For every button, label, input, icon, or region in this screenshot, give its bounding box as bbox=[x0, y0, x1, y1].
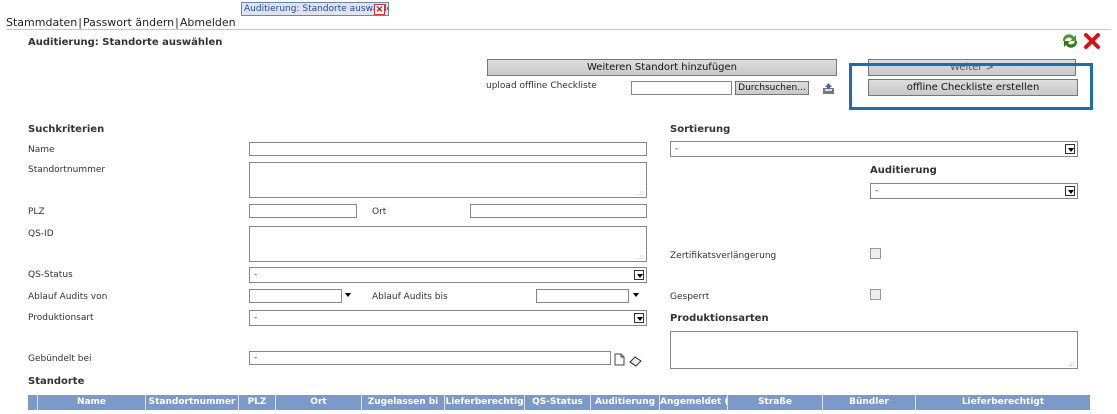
date-dropdown-icon[interactable] bbox=[633, 293, 639, 297]
upload-file-input[interactable] bbox=[631, 81, 732, 95]
sortierung-value: - bbox=[675, 144, 679, 154]
ablauf-bis-label: Ablauf Audits bis bbox=[372, 292, 448, 302]
search-heading: Suchkriterien bbox=[28, 124, 105, 135]
gebuendelt-input[interactable]: - bbox=[249, 351, 611, 365]
table-corner bbox=[28, 395, 38, 410]
produktionsarten-listbox[interactable] bbox=[670, 331, 1078, 369]
gebuendelt-label: Gebündelt bei bbox=[28, 354, 92, 364]
column-header[interactable]: Name bbox=[38, 395, 146, 410]
produktionsart-select[interactable]: - bbox=[249, 310, 647, 326]
page-title: Auditierung: Standorte auswählen bbox=[28, 37, 223, 48]
ablauf-von-label: Ablauf Audits von bbox=[28, 292, 108, 302]
gesperrt-label: Gesperrt bbox=[670, 292, 710, 302]
zertifikat-checkbox[interactable] bbox=[870, 248, 881, 259]
column-header[interactable]: QS-Status bbox=[525, 395, 591, 410]
auditierung-select[interactable]: - bbox=[870, 183, 1078, 199]
column-header[interactable]: PLZ bbox=[239, 395, 276, 410]
auditierung-heading: Auditierung bbox=[870, 165, 937, 176]
divider bbox=[6, 29, 1111, 30]
results-table-header: Name Standortnummer PLZ Ort Zugelassen b… bbox=[28, 395, 1090, 410]
chevron-down-icon bbox=[634, 270, 644, 280]
produktionsarten-heading: Produktionsarten bbox=[670, 313, 769, 324]
nav-abmelden[interactable]: Abmelden bbox=[180, 16, 236, 29]
eraser-icon[interactable] bbox=[628, 352, 642, 367]
chevron-down-icon bbox=[634, 313, 644, 323]
add-location-button[interactable]: Weiteren Standort hinzufügen bbox=[487, 59, 837, 76]
close-tab-icon[interactable]: × bbox=[374, 4, 385, 15]
qsstatus-select[interactable]: - bbox=[249, 267, 647, 283]
upload-label: upload offline Checkliste bbox=[486, 81, 597, 91]
ablauf-von-input[interactable] bbox=[249, 289, 342, 303]
column-header[interactable]: Angemeldet ( bbox=[660, 395, 728, 410]
document-icon[interactable] bbox=[614, 351, 626, 366]
ort-label: Ort bbox=[372, 207, 387, 217]
standortnummer-label: Standortnummer bbox=[28, 165, 106, 175]
gebuendelt-value: - bbox=[254, 353, 258, 363]
column-header[interactable]: Ort bbox=[276, 395, 362, 410]
standorte-heading: Standorte bbox=[28, 376, 85, 387]
chevron-down-icon bbox=[1065, 186, 1075, 196]
column-header[interactable]: Zugelassen bi bbox=[362, 395, 445, 410]
sortierung-select[interactable]: - bbox=[670, 141, 1078, 157]
qsstatus-value: - bbox=[254, 270, 258, 280]
qsstatus-label: QS-Status bbox=[28, 270, 73, 280]
column-header[interactable]: Standortnummer bbox=[146, 395, 239, 410]
upload-icon[interactable] bbox=[822, 80, 835, 94]
qsid-label: QS-ID bbox=[28, 229, 54, 239]
ort-input[interactable] bbox=[470, 204, 647, 218]
standortnummer-textarea[interactable] bbox=[249, 162, 647, 198]
highlight-box bbox=[849, 63, 1093, 110]
produktionsart-label: Produktionsart bbox=[28, 313, 94, 323]
ablauf-bis-input[interactable] bbox=[536, 289, 629, 303]
column-header[interactable]: Lieferberechtigt bbox=[916, 395, 1090, 410]
name-input[interactable] bbox=[249, 142, 647, 156]
tab-auditierung[interactable]: Auditierung: Standorte auswähle bbox=[241, 2, 389, 16]
plz-label: PLZ bbox=[28, 207, 45, 217]
produktionsart-value: - bbox=[254, 313, 258, 323]
name-label: Name bbox=[28, 145, 55, 155]
chevron-down-icon bbox=[1065, 144, 1075, 154]
close-icon[interactable] bbox=[1083, 33, 1101, 49]
column-header[interactable]: Lieferberechtig bbox=[445, 395, 525, 410]
tab-label: Auditierung: Standorte auswähle bbox=[244, 4, 389, 14]
refresh-icon[interactable] bbox=[1060, 33, 1080, 49]
column-header[interactable]: Auditierung bbox=[591, 395, 660, 410]
column-header[interactable]: Straße bbox=[728, 395, 823, 410]
gesperrt-checkbox[interactable] bbox=[870, 289, 881, 300]
auditierung-value: - bbox=[875, 186, 879, 196]
nav-passwort[interactable]: Passwort ändern bbox=[83, 16, 174, 29]
date-dropdown-icon[interactable] bbox=[345, 293, 351, 297]
top-nav: Stammdaten|Passwort ändern|Abmelden bbox=[6, 16, 236, 29]
zertifikat-label: Zertifikatsverlängerung bbox=[670, 251, 777, 261]
nav-stammdaten[interactable]: Stammdaten bbox=[6, 16, 77, 29]
column-header[interactable]: Bündler bbox=[823, 395, 916, 410]
sortierung-heading: Sortierung bbox=[670, 124, 731, 135]
plz-input[interactable] bbox=[249, 204, 357, 218]
qsid-textarea[interactable] bbox=[249, 226, 647, 262]
browse-button[interactable]: Durchsuchen... bbox=[735, 81, 809, 95]
